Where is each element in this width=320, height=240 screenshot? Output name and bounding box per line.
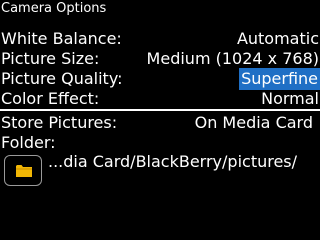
picture-quality-label: Picture Quality: [1, 69, 123, 88]
picture-size-label: Picture Size: [1, 49, 100, 68]
store-pictures-value[interactable]: On Media Card [195, 112, 313, 134]
store-pictures-label: Store Pictures: [1, 113, 118, 132]
store-pictures-row[interactable]: Store Pictures: On Media Card [0, 112, 320, 134]
picture-quality-row[interactable]: Picture Quality: Superfine [0, 68, 320, 90]
color-effect-label: Color Effect: [1, 89, 100, 108]
section-divider [0, 109, 320, 111]
picture-size-value[interactable]: Medium (1024 x 768) [147, 48, 319, 70]
white-balance-label: White Balance: [1, 29, 122, 48]
picture-size-row[interactable]: Picture Size: Medium (1024 x 768) [0, 48, 320, 70]
browse-folder-button[interactable] [4, 155, 42, 186]
folder-icon [16, 165, 32, 177]
white-balance-row[interactable]: White Balance: Automatic [0, 28, 320, 50]
screen-title: Camera Options [1, 1, 107, 16]
white-balance-value[interactable]: Automatic [237, 28, 319, 50]
picture-quality-value[interactable]: Superfine [239, 68, 320, 90]
color-effect-value[interactable]: Normal [261, 88, 319, 110]
folder-path: ...dia Card/BlackBerry/pictures/ [48, 152, 298, 171]
color-effect-row[interactable]: Color Effect: Normal [0, 88, 320, 110]
